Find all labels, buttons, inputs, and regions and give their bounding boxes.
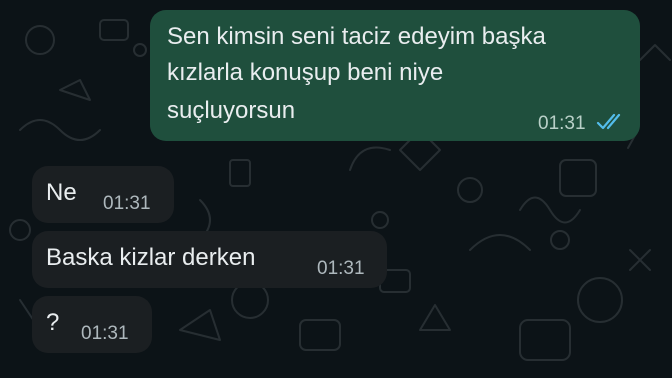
message-text: Baska kizlar derken: [46, 244, 256, 271]
message-text: Ne: [46, 179, 77, 206]
outgoing-message-bubble[interactable]: Sen kimsin seni taciz edeyim başka kızla…: [150, 10, 640, 141]
message-timestamp: 01:31: [317, 258, 365, 279]
message-text: ?: [46, 309, 60, 336]
message-text-line-1: Sen kimsin seni taciz edeyim başka: [167, 23, 546, 50]
incoming-message-bubble[interactable]: Baska kizlar derken 01:31: [32, 231, 387, 288]
message-text-line-2: kızlarla konuşup beni niye: [167, 59, 444, 86]
incoming-message-bubble[interactable]: Ne 01:31: [32, 166, 174, 223]
message-timestamp: 01:31: [103, 193, 151, 214]
message-timestamp: 01:31: [81, 323, 129, 344]
message-text-line-3: suçluyorsun: [167, 97, 296, 124]
double-check-read-icon: [596, 113, 621, 130]
chat-view: Sen kimsin seni taciz edeyim başka kızla…: [0, 0, 672, 378]
incoming-message-bubble[interactable]: ? 01:31: [32, 296, 152, 353]
message-timestamp: 01:31: [538, 113, 586, 134]
